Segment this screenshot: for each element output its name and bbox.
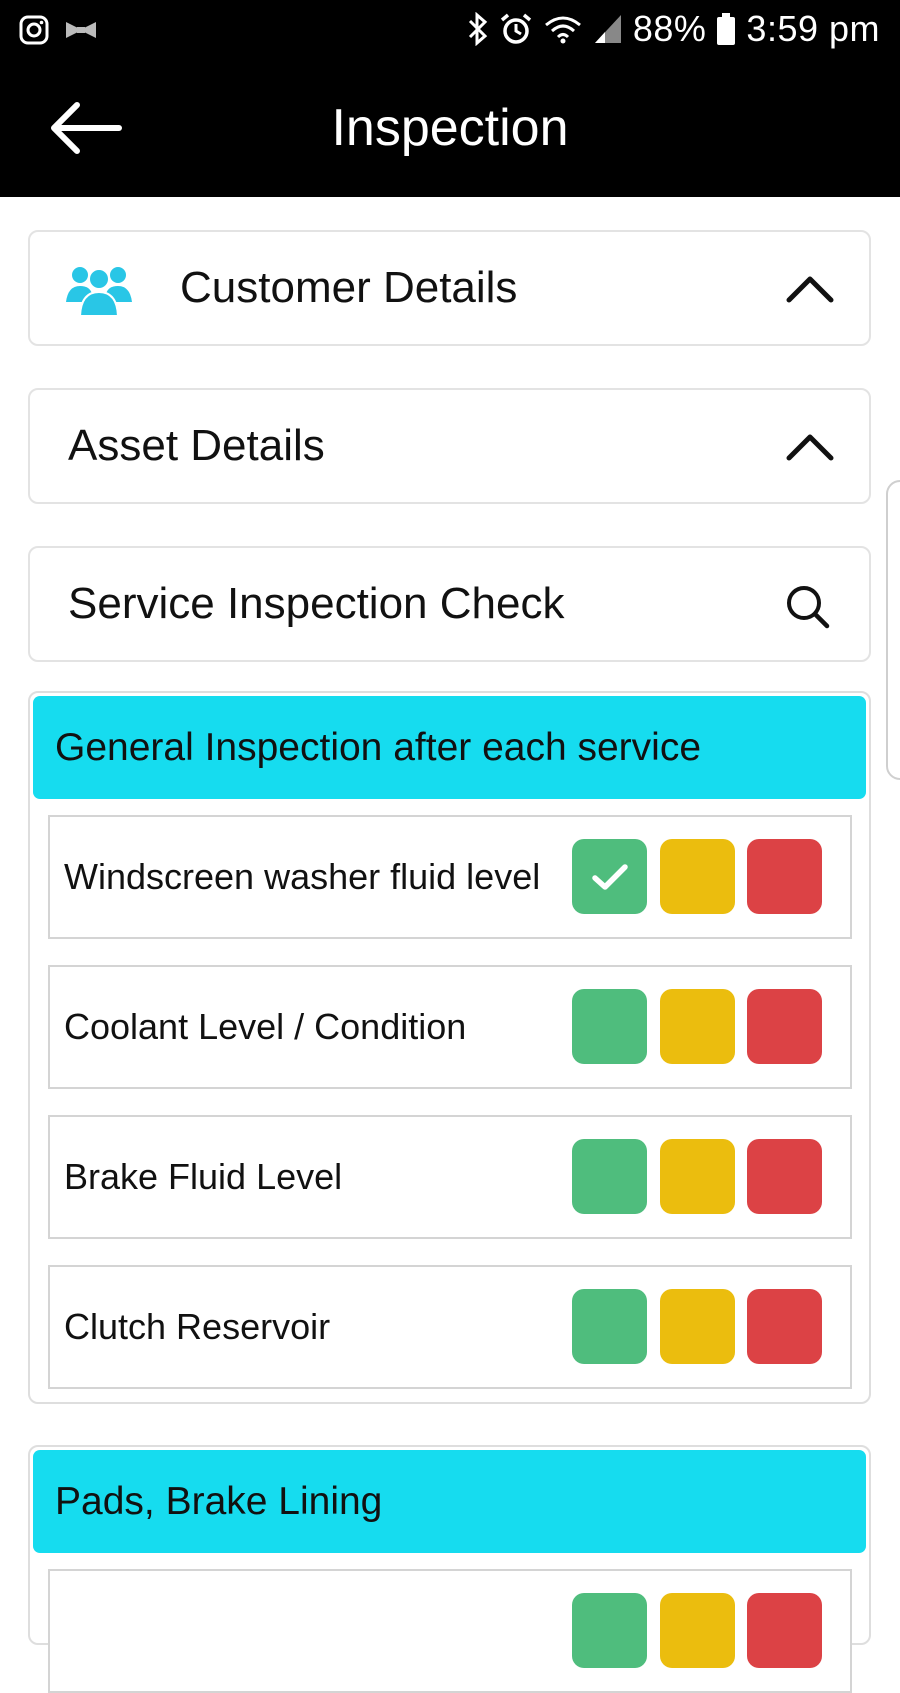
customer-details-toggle[interactable] <box>785 266 835 310</box>
battery-icon <box>716 12 736 46</box>
search-icon <box>787 586 830 629</box>
status-green-button[interactable] <box>572 1593 647 1668</box>
inspection-section: General Inspection after each service Wi… <box>28 691 871 1404</box>
checklist-row: Windscreen washer fluid level <box>48 815 852 939</box>
checklist-label: Windscreen washer fluid level <box>64 856 541 897</box>
clock-time: 3:59 pm <box>746 8 880 49</box>
page-title: Inspection <box>331 99 569 157</box>
section-title: General Inspection after each service <box>55 726 702 769</box>
checkmark-icon <box>591 863 628 890</box>
search-button[interactable] <box>785 584 831 630</box>
status-red-button[interactable] <box>747 989 822 1064</box>
notification-icon <box>64 18 98 42</box>
status-green-button[interactable] <box>572 1139 647 1214</box>
status-red-button[interactable] <box>747 1593 822 1668</box>
customer-details-card[interactable]: Customer Details <box>28 230 871 346</box>
back-button[interactable] <box>44 98 134 158</box>
wifi-icon <box>543 13 583 45</box>
back-arrow-icon <box>51 102 122 154</box>
status-red-button[interactable] <box>747 839 822 914</box>
inspection-section: Pads, Brake Lining <box>28 1445 871 1693</box>
bluetooth-icon <box>467 12 489 46</box>
checklist-row <box>48 1569 852 1693</box>
status-green-button[interactable] <box>572 839 647 914</box>
asset-details-toggle[interactable] <box>785 424 835 468</box>
checklist-label: Clutch Reservoir <box>64 1306 331 1347</box>
alarm-icon <box>499 12 533 46</box>
checklist-label: Brake Fluid Level <box>64 1156 343 1197</box>
customer-details-title: Customer Details <box>180 263 518 312</box>
checklist-label: Coolant Level / Condition <box>64 1006 467 1047</box>
section-header[interactable]: Pads, Brake Lining <box>33 1450 866 1553</box>
asset-details-card[interactable]: Asset Details <box>28 388 871 504</box>
edge-panel-handle[interactable] <box>886 480 900 780</box>
signal-icon <box>593 13 623 45</box>
section-title: Pads, Brake Lining <box>55 1480 383 1523</box>
status-amber-button[interactable] <box>660 839 735 914</box>
battery-percent: 88% <box>632 8 707 49</box>
group-icon <box>66 262 132 317</box>
asset-details-title: Asset Details <box>68 421 325 470</box>
checklist-row: Coolant Level / Condition <box>48 965 852 1089</box>
status-green-button[interactable] <box>572 1289 647 1364</box>
checklist-row: Clutch Reservoir <box>48 1265 852 1389</box>
status-amber-button[interactable] <box>660 1593 735 1668</box>
service-inspection-title: Service Inspection Check <box>68 579 565 628</box>
status-red-button[interactable] <box>747 1139 822 1214</box>
section-header[interactable]: General Inspection after each service <box>33 696 866 799</box>
status-amber-button[interactable] <box>660 989 735 1064</box>
service-inspection-card: Service Inspection Check <box>28 546 871 662</box>
status-bar: 88% 3:59 pm <box>0 0 900 62</box>
status-green-button[interactable] <box>572 989 647 1064</box>
status-red-button[interactable] <box>747 1289 822 1364</box>
app-bar: Inspection <box>0 62 900 197</box>
chevron-up-icon <box>786 434 834 461</box>
status-amber-button[interactable] <box>660 1139 735 1214</box>
instagram-icon <box>18 14 50 46</box>
chevron-up-icon <box>786 276 834 303</box>
status-amber-button[interactable] <box>660 1289 735 1364</box>
checklist-row: Brake Fluid Level <box>48 1115 852 1239</box>
